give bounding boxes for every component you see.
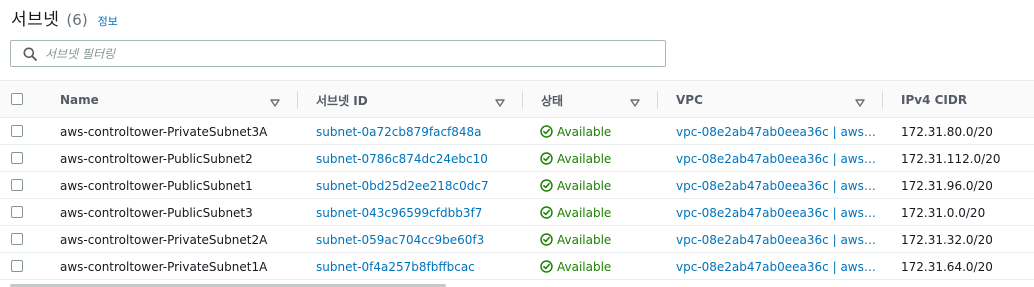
subnet-id-link[interactable]: subnet-043c96599cfdbb3f7 (316, 199, 516, 226)
column-header-subnet-id[interactable]: 서브넷 ID (316, 81, 516, 119)
cell-name: aws-controltower-PublicSubnet1 (60, 178, 253, 193)
subnet-id-link[interactable]: subnet-0bd25d2ee218c0dc7 (316, 172, 516, 199)
table-row[interactable]: aws-controltower-PrivateSubnet1A subnet-0… (0, 253, 1034, 280)
search-input[interactable] (45, 41, 665, 66)
subnet-id-link[interactable]: subnet-059ac704cc9be60f3 (316, 226, 516, 253)
vpc-link[interactable]: vpc-08e2ab47ab0eea36c | aws… (676, 172, 876, 199)
sort-caret-icon[interactable] (630, 96, 640, 107)
column-divider[interactable] (882, 91, 883, 109)
row-checkbox[interactable] (11, 260, 23, 272)
vpc-link[interactable]: vpc-08e2ab47ab0eea36c | aws… (676, 253, 876, 280)
sort-caret-icon[interactable] (495, 96, 505, 107)
check-circle-icon (540, 125, 557, 138)
search-icon (23, 47, 37, 61)
column-label-vpc: VPC (676, 93, 703, 107)
column-label-state: 상태 (541, 93, 564, 108)
column-divider[interactable] (297, 91, 298, 109)
column-divider[interactable] (657, 91, 658, 109)
row-checkbox[interactable] (11, 152, 23, 164)
subnet-id-link[interactable]: subnet-0f4a257b8fbffbcac (316, 253, 516, 280)
vpc-link[interactable]: vpc-08e2ab47ab0eea36c | aws… (676, 199, 876, 226)
check-circle-icon (540, 152, 557, 165)
cell-ipv4-cidr: 172.31.112.0/20 (901, 151, 1001, 166)
info-link[interactable]: 정보 (98, 13, 118, 29)
status-badge: Available (540, 118, 655, 145)
item-count: (6) (66, 11, 88, 29)
check-circle-icon (540, 260, 557, 273)
table-row[interactable]: aws-controltower-PrivateSubnet3A subnet-0… (0, 118, 1034, 145)
cell-ipv4-cidr: 172.31.96.0/20 (901, 178, 993, 193)
cell-name: aws-controltower-PublicSubnet2 (60, 151, 253, 166)
column-header-name[interactable]: Name (60, 81, 290, 119)
status-badge: Available (540, 253, 655, 280)
cell-ipv4-cidr: 172.31.0.0/20 (901, 205, 986, 220)
column-header-ipv4-cidr[interactable]: IPv4 CIDR (901, 81, 1034, 119)
column-label-ipv4-cidr: IPv4 CIDR (901, 93, 968, 107)
check-circle-icon (540, 233, 557, 246)
row-checkbox[interactable] (11, 179, 23, 191)
sort-caret-icon[interactable] (855, 96, 865, 107)
status-badge: Available (540, 172, 655, 199)
subnets-table: Name 서브넷 ID 상태 VPC IPv4 CIDR aws-control… (0, 80, 1034, 287)
row-checkbox[interactable] (11, 206, 23, 218)
table-row[interactable]: aws-controltower-PublicSubnet1 subnet-0bd… (0, 172, 1034, 199)
cell-name: aws-controltower-PrivateSubnet2A (60, 232, 268, 247)
table-row[interactable]: aws-controltower-PrivateSubnet2A subnet-0… (0, 226, 1034, 253)
column-header-state[interactable]: 상태 (541, 81, 651, 119)
status-text: Available (557, 178, 612, 193)
select-all-checkbox[interactable] (11, 93, 23, 105)
cell-ipv4-cidr: 172.31.32.0/20 (901, 232, 993, 247)
cell-ipv4-cidr: 172.31.80.0/20 (901, 124, 993, 139)
sort-caret-icon[interactable] (270, 96, 280, 107)
search-box[interactable] (10, 40, 666, 67)
check-circle-icon (540, 206, 557, 219)
row-checkbox[interactable] (11, 125, 23, 137)
vpc-link[interactable]: vpc-08e2ab47ab0eea36c | aws… (676, 118, 876, 145)
cell-name: aws-controltower-PrivateSubnet3A (60, 124, 268, 139)
status-badge: Available (540, 145, 655, 172)
row-checkbox[interactable] (11, 233, 23, 245)
column-label-subnet-id: 서브넷 ID (316, 93, 368, 108)
status-text: Available (557, 151, 612, 166)
column-header-vpc[interactable]: VPC (676, 81, 876, 119)
cell-name: aws-controltower-PrivateSubnet1A (60, 259, 268, 274)
vpc-link[interactable]: vpc-08e2ab47ab0eea36c | aws… (676, 145, 876, 172)
status-text: Available (557, 232, 612, 247)
page-header: 서브넷 (6) 정보 (11, 5, 118, 30)
cell-name: aws-controltower-PublicSubnet3 (60, 205, 253, 220)
status-badge: Available (540, 226, 655, 253)
table-row[interactable]: aws-controltower-PublicSubnet3 subnet-043… (0, 199, 1034, 226)
vpc-link[interactable]: vpc-08e2ab47ab0eea36c | aws… (676, 226, 876, 253)
column-label-name: Name (60, 93, 99, 107)
status-badge: Available (540, 199, 655, 226)
cell-ipv4-cidr: 172.31.64.0/20 (901, 259, 993, 274)
status-text: Available (557, 205, 612, 220)
check-circle-icon (540, 179, 557, 192)
table-header: Name 서브넷 ID 상태 VPC IPv4 CIDR (0, 80, 1034, 118)
status-text: Available (557, 124, 612, 139)
subnet-id-link[interactable]: subnet-0a72cb879facf848a (316, 118, 516, 145)
table-row[interactable]: aws-controltower-PublicSubnet2 subnet-078… (0, 145, 1034, 172)
status-text: Available (557, 259, 612, 274)
column-divider[interactable] (522, 91, 523, 109)
page-title: 서브넷 (11, 10, 60, 30)
subnet-id-link[interactable]: subnet-0786c874dc24ebc10 (316, 145, 516, 172)
